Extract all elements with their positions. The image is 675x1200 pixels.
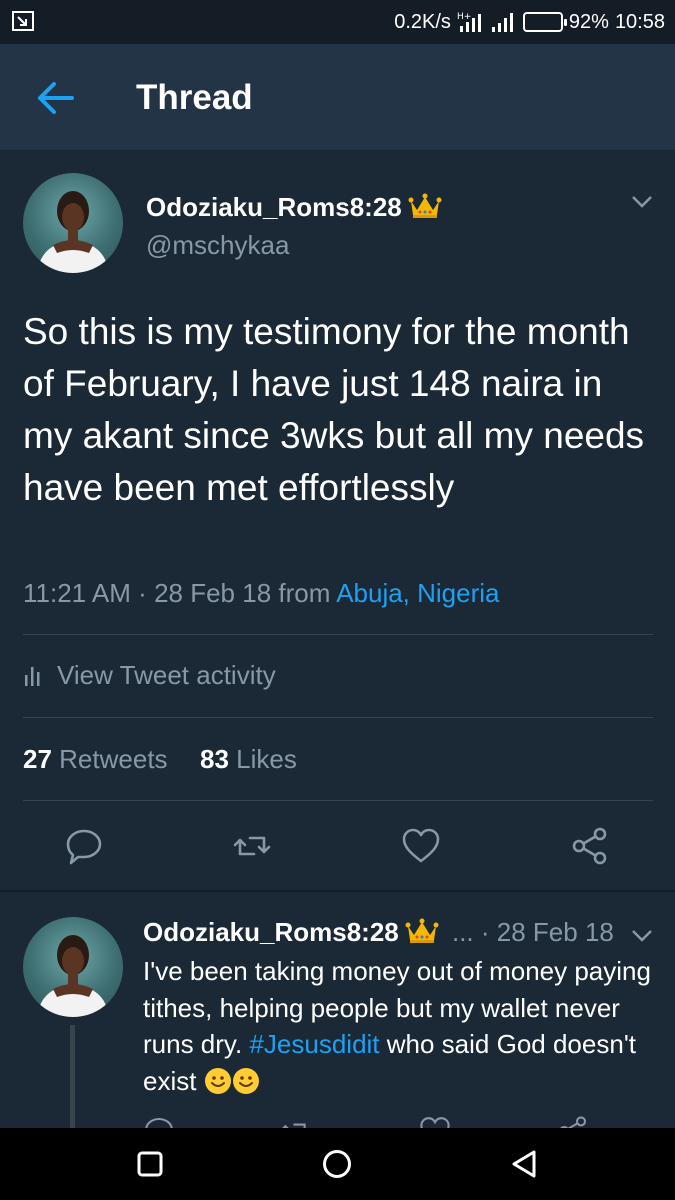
avatar[interactable]: [23, 173, 123, 273]
likes-count: 83: [200, 744, 229, 774]
divider: [23, 800, 653, 801]
recent-apps-icon[interactable]: [134, 1148, 166, 1180]
divider: [23, 634, 653, 635]
author-name[interactable]: Odoziaku_Roms8:28: [143, 917, 399, 947]
hplus-signal-icon: H+: [457, 12, 481, 32]
crown-icon: [408, 193, 442, 218]
tweet-text: So this is my testimony for the month of…: [23, 311, 645, 508]
home-icon[interactable]: [321, 1148, 353, 1180]
app-header: Thread: [0, 44, 675, 150]
smile-emoji-icon: [204, 1067, 231, 1094]
chevron-down-icon[interactable]: [631, 929, 653, 943]
author-name-text: Odoziaku_Roms8:28: [146, 192, 402, 222]
from-label: from: [278, 578, 331, 608]
share-icon[interactable]: [570, 826, 610, 866]
tweet-date: 28 Feb 18: [154, 578, 272, 608]
thread-line: [70, 1025, 75, 1133]
android-nav-bar: [0, 1128, 675, 1200]
reply-icon[interactable]: [64, 826, 104, 866]
activity-label: View Tweet activity: [57, 660, 276, 690]
back-triangle-icon[interactable]: [508, 1148, 540, 1180]
author-name[interactable]: Odoziaku_Roms8:28: [146, 192, 442, 223]
tweet-meta: 11:21 AM · 28 Feb 18 from Abuja, Nigeria: [23, 578, 500, 608]
screen-icon: [12, 11, 34, 31]
retweets-label: Retweets: [59, 744, 168, 774]
likes-label: Likes: [236, 744, 297, 774]
svg-text:H+: H+: [457, 12, 471, 22]
divider: [23, 717, 653, 718]
battery-icon: [522, 12, 567, 32]
reply-date: · 28 Feb 18: [480, 917, 614, 947]
location-link[interactable]: Abuja, Nigeria: [336, 578, 499, 608]
status-right: 0.2K/s H+ 92% 10:58: [394, 10, 665, 34]
section-divider: [0, 890, 675, 892]
tweet-stats: 27 Retweets 83 Likes: [23, 744, 297, 775]
tweet-activity-link[interactable]: View Tweet activity: [23, 660, 276, 691]
hashtag-link[interactable]: #Jesusdidit: [249, 1029, 379, 1059]
retweet-icon[interactable]: [232, 826, 272, 866]
status-bar: 0.2K/s H+ 92% 10:58: [0, 0, 675, 44]
retweets-count: 27: [23, 744, 52, 774]
avatar-image: [37, 935, 109, 1017]
retweets-stat[interactable]: 27 Retweets: [23, 744, 168, 774]
page-title: Thread: [136, 78, 253, 117]
author-handle[interactable]: @mschykaa: [146, 230, 289, 261]
chevron-down-icon[interactable]: [631, 195, 653, 209]
heart-icon[interactable]: [401, 826, 441, 866]
reply-text: I've been taking money out of money payi…: [143, 953, 653, 1099]
signal-icon: [491, 13, 513, 32]
arrow-left-icon[interactable]: [32, 78, 80, 118]
tweet-actions: [0, 826, 675, 870]
bar-chart-icon: [25, 666, 40, 686]
battery-percent: 92%: [568, 10, 609, 33]
smile-emoji-icon: [232, 1067, 259, 1094]
crown-icon: [405, 918, 439, 943]
network-speed: 0.2K/s: [394, 10, 451, 33]
likes-stat[interactable]: 83 Likes: [200, 744, 297, 774]
name-ellipsis: ...: [451, 917, 474, 947]
reply-tweet[interactable]: Odoziaku_Roms8:28 ... · 28 Feb 18 I've b…: [0, 893, 675, 1133]
avatar-image: [37, 191, 109, 273]
reply-header: Odoziaku_Roms8:28 ... · 28 Feb 18: [143, 917, 614, 948]
tweet-time: 11:21 AM: [23, 578, 131, 608]
clock: 10:58: [614, 10, 665, 33]
avatar[interactable]: [23, 917, 123, 1017]
